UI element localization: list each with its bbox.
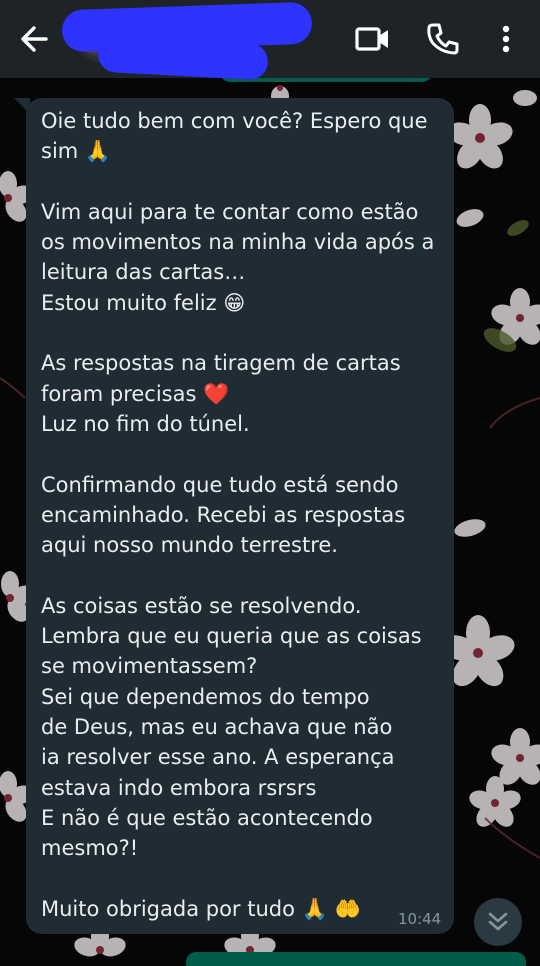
message-line: As coisas estão se resolvendo.: [41, 593, 362, 618]
flower-decoration: [469, 776, 521, 827]
branch-decoration: [489, 397, 540, 429]
message-line: E não é que estão acontecendo: [41, 805, 373, 830]
message-line: Oie tudo bem com você? Espero que: [41, 109, 428, 133]
more-options-button[interactable]: [490, 20, 522, 58]
message-line: Lembra que eu queria que as coisas: [41, 624, 422, 649]
branch-decoration: [0, 377, 26, 399]
message-line: aqui nosso mundo terrestre.: [41, 533, 338, 558]
double-chevron-down-icon: [488, 912, 508, 931]
arrow-back-icon: [21, 26, 48, 52]
message-line: os movimentos na minha vida após a: [41, 230, 435, 255]
message-line: encaminhado. Recebi as respostas: [41, 502, 406, 527]
branch-decoration: [484, 817, 540, 859]
message-line: foram precisas ❤️: [41, 381, 230, 406]
message-line: leitura das cartas…: [41, 260, 246, 285]
voice-call-button[interactable]: [424, 20, 462, 58]
message-line: Muito obrigada por tudo 🙏 🤲: [41, 896, 361, 921]
message-text: Oie tudo bem com você? Espero que sim 🙏 Vi…: [41, 106, 451, 924]
message-timestamp: 10:44: [398, 910, 442, 928]
flower-decoration: [447, 104, 513, 169]
phone-icon: [427, 23, 459, 55]
message-line: Vim aqui para te contar como estão: [41, 199, 419, 224]
message-line: Luz no fim do túnel.: [41, 411, 250, 436]
message-line: As respostas na tiragem de cartas: [41, 351, 401, 376]
redaction-mark: [97, 35, 269, 81]
video-call-icon: [355, 27, 388, 51]
message-line: se movimentassem?: [41, 654, 258, 679]
message-line: Sei que dependemos do tempo: [41, 684, 370, 709]
chat-header: [0, 0, 540, 81]
back-button[interactable]: [16, 22, 56, 56]
leaf-decoration: [507, 220, 529, 236]
video-call-button[interactable]: [354, 20, 392, 58]
message-line: sim 🙏: [41, 139, 112, 164]
message-line: de Deus, mas eu achava que não: [41, 714, 393, 739]
message-line: ia resolver esse ano. A esperança: [41, 745, 395, 770]
message-line: Confirmando que tudo está sendo: [41, 472, 399, 497]
petal-decoration: [513, 90, 537, 106]
message-line: Estou muito feliz 😁: [41, 290, 246, 315]
scroll-to-bottom-button[interactable]: [474, 898, 522, 946]
message-line: estava indo embora rsrsrs: [41, 775, 317, 800]
next-outgoing-bubble: [186, 952, 526, 966]
petal-decoration: [456, 209, 484, 227]
more-vert-icon: [502, 25, 510, 53]
message-line: mesmo?!: [41, 836, 139, 861]
petal-decoration: [454, 519, 486, 537]
